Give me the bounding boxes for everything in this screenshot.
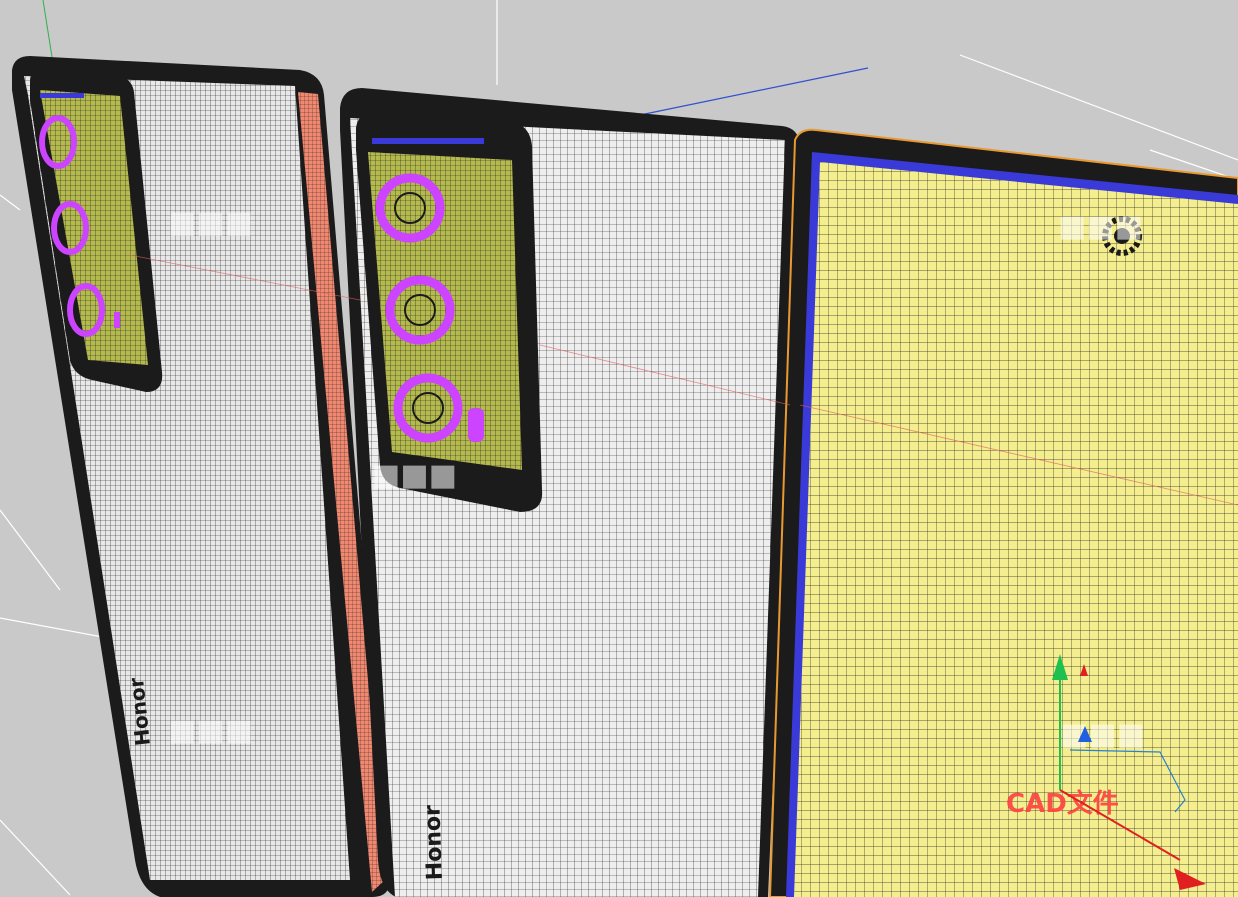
svg-text:■■■: ■■■ (1058, 209, 1143, 244)
phone-right-mesh (794, 162, 1238, 897)
phone-center-brand-text: Honor (420, 805, 448, 881)
phone-center-flash (468, 408, 484, 442)
svg-text:■■■: ■■■ (372, 458, 457, 493)
phone-front-right[interactable] (768, 128, 1238, 897)
scene-axis-line-blue (639, 67, 869, 116)
svg-text:■■■: ■■■ (1060, 717, 1145, 752)
3d-viewport[interactable]: Honor Honor ■■■ ■■■ ■■■ ■■■ ■■■ CAD文件 (0, 0, 1238, 897)
phone-left-flash (114, 312, 120, 328)
svg-text:■■■: ■■■ (168, 713, 253, 748)
svg-text:■■■: ■■■ (168, 205, 253, 240)
phone-back-left[interactable]: Honor (12, 56, 390, 897)
